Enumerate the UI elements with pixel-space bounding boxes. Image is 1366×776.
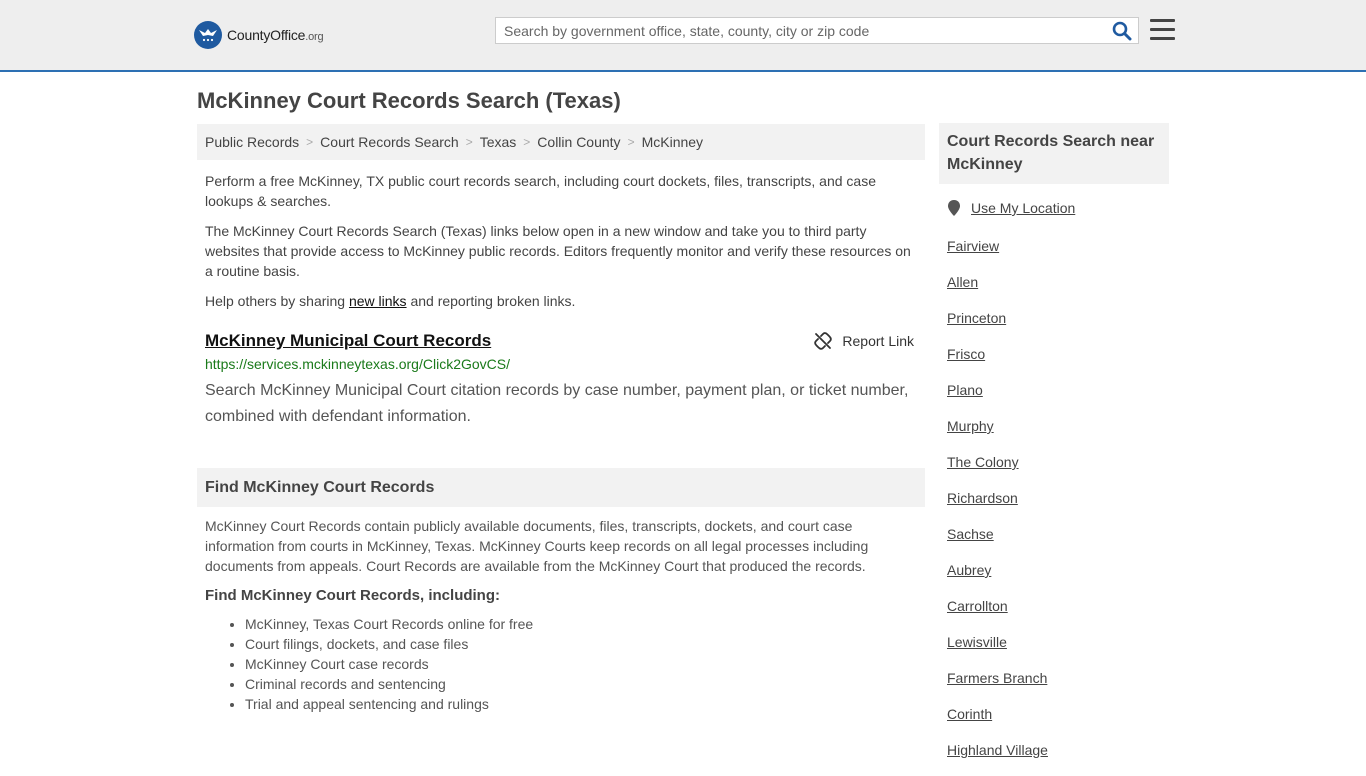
list-item: Sachse [947, 524, 1048, 560]
list-item: Aubrey [947, 560, 1048, 596]
record-title-link[interactable]: McKinney Municipal Court Records [205, 331, 491, 350]
eagle-seal-icon [194, 21, 222, 49]
search-input[interactable] [496, 18, 1104, 43]
breadcrumb-current: McKinney [641, 134, 704, 150]
logo-text: CountyOffice.org [227, 27, 324, 43]
breadcrumb-public-records[interactable]: Public Records [205, 134, 299, 150]
breadcrumb-separator: > [465, 135, 473, 149]
city-link-allen[interactable]: Allen [947, 274, 978, 290]
nearby-cities-list: Fairview Allen Princeton Frisco Plano Mu… [947, 236, 1048, 776]
report-link-button[interactable]: Report Link [814, 332, 914, 350]
city-link-murphy[interactable]: Murphy [947, 418, 994, 434]
search-box [495, 17, 1139, 44]
list-item: Criminal records and sentencing [245, 674, 917, 694]
breadcrumb-separator: > [306, 135, 314, 149]
use-location-row: Use My Location [947, 200, 1075, 216]
city-link-plano[interactable]: Plano [947, 382, 983, 398]
city-link-frisco[interactable]: Frisco [947, 346, 985, 362]
city-link-aubrey[interactable]: Aubrey [947, 562, 991, 578]
city-link-princeton[interactable]: Princeton [947, 310, 1006, 326]
section-list: McKinney, Texas Court Records online for… [205, 614, 917, 714]
list-item: McKinney, Texas Court Records online for… [245, 614, 917, 634]
city-link-richardson[interactable]: Richardson [947, 490, 1018, 506]
list-item: Corinth [947, 704, 1048, 740]
section-subheading: Find McKinney Court Records, including: [205, 587, 501, 604]
section-paragraph: McKinney Court Records contain publicly … [205, 518, 869, 574]
city-link-highland-village[interactable]: Highland Village [947, 742, 1048, 758]
record-url: https://services.mckinneytexas.org/Click… [205, 356, 510, 372]
intro-text: Perform a free McKinney, TX public court… [205, 171, 917, 321]
intro-share-suffix: and reporting broken links. [406, 293, 576, 309]
hamburger-icon [1150, 19, 1175, 40]
new-links-link[interactable]: new links [349, 293, 407, 309]
site-logo[interactable]: CountyOffice.org [194, 20, 324, 50]
city-link-the-colony[interactable]: The Colony [947, 454, 1019, 470]
list-item: Frisco [947, 344, 1048, 380]
breadcrumb: Public Records > Court Records Search > … [197, 124, 925, 160]
list-item: Trial and appeal sentencing and rulings [245, 694, 917, 714]
list-item: Plano [947, 380, 1048, 416]
breadcrumb-court-records-search[interactable]: Court Records Search [320, 134, 459, 150]
list-item: Highland Village [947, 740, 1048, 776]
breadcrumb-collin-county[interactable]: Collin County [537, 134, 620, 150]
broken-link-icon [814, 332, 833, 350]
site-header: CountyOffice.org [0, 0, 1366, 72]
city-link-carrollton[interactable]: Carrollton [947, 598, 1008, 614]
map-pin-icon [948, 200, 960, 216]
intro-paragraph-2: The McKinney Court Records Search (Texas… [205, 223, 911, 279]
section-body: McKinney Court Records contain publicly … [205, 516, 917, 714]
city-link-lewisville[interactable]: Lewisville [947, 634, 1007, 650]
record-listing: McKinney Municipal Court Records Report … [205, 330, 917, 430]
list-item: The Colony [947, 452, 1048, 488]
breadcrumb-separator: > [627, 135, 635, 149]
list-item: Princeton [947, 308, 1048, 344]
list-item: Court filings, dockets, and case files [245, 634, 917, 654]
intro-paragraph-1: Perform a free McKinney, TX public court… [205, 173, 876, 209]
section-heading: Find McKinney Court Records [197, 468, 925, 507]
logo-main: CountyOffice [227, 27, 306, 43]
report-link-label: Report Link [842, 333, 914, 349]
breadcrumb-separator: > [523, 135, 531, 149]
list-item: Farmers Branch [947, 668, 1048, 704]
list-item: Fairview [947, 236, 1048, 272]
list-item: Carrollton [947, 596, 1048, 632]
logo-suffix: .org [305, 31, 324, 43]
list-item: Allen [947, 272, 1048, 308]
intro-share-prefix: Help others by sharing [205, 293, 349, 309]
city-link-corinth[interactable]: Corinth [947, 706, 992, 722]
list-item: Murphy [947, 416, 1048, 452]
magnifier-icon [1112, 21, 1132, 41]
list-item: McKinney Court case records [245, 654, 917, 674]
page-title: McKinney Court Records Search (Texas) [197, 88, 621, 113]
search-button[interactable] [1112, 21, 1132, 41]
city-link-farmers-branch[interactable]: Farmers Branch [947, 670, 1047, 686]
use-my-location-link[interactable]: Use My Location [971, 200, 1075, 216]
intro-paragraph-3: Help others by sharing new links and rep… [205, 291, 917, 311]
city-link-sachse[interactable]: Sachse [947, 526, 994, 542]
breadcrumb-texas[interactable]: Texas [480, 134, 517, 150]
list-item: Richardson [947, 488, 1048, 524]
record-description: Search McKinney Municipal Court citation… [205, 382, 909, 425]
sidebar-heading: Court Records Search near McKinney [939, 123, 1169, 184]
hamburger-menu-button[interactable] [1150, 19, 1175, 41]
city-link-fairview[interactable]: Fairview [947, 238, 999, 254]
list-item: Lewisville [947, 632, 1048, 668]
